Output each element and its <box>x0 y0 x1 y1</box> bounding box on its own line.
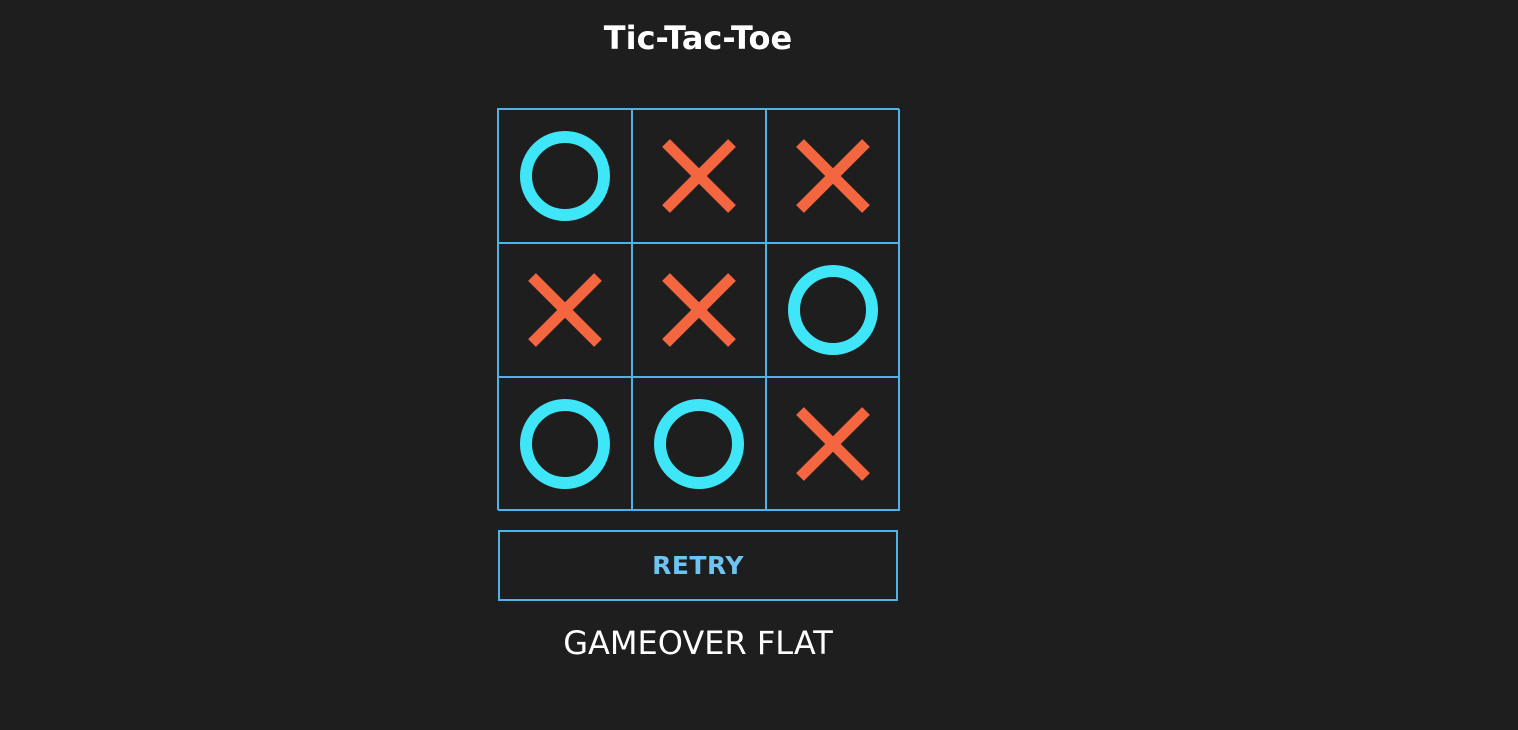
board-cell-0-0[interactable] <box>498 109 632 243</box>
board-cell-1-0[interactable] <box>498 243 632 377</box>
o-mark-icon <box>520 399 610 489</box>
o-mark-icon <box>520 131 610 221</box>
page-title: Tic-Tac-Toe <box>603 19 793 57</box>
board-cell-1-2[interactable] <box>766 243 900 377</box>
o-mark-icon <box>654 399 744 489</box>
o-mark-icon <box>788 265 878 355</box>
x-mark-icon <box>796 139 870 213</box>
board-cell-2-2[interactable] <box>766 377 900 511</box>
board-cell-0-2[interactable] <box>766 109 900 243</box>
x-mark-icon <box>662 273 736 347</box>
board-cell-2-1[interactable] <box>632 377 766 511</box>
game-page: Tic-Tac-Toe RETRY GAMEOVER FLAT <box>0 0 1518 730</box>
x-mark-icon <box>796 407 870 481</box>
x-mark-icon <box>662 139 736 213</box>
board-cell-0-1[interactable] <box>632 109 766 243</box>
board-cell-2-0[interactable] <box>498 377 632 511</box>
game-status: GAMEOVER FLAT <box>563 624 833 662</box>
x-mark-icon <box>528 273 602 347</box>
retry-button[interactable]: RETRY <box>498 530 898 601</box>
game-board <box>497 108 900 511</box>
board-cell-1-1[interactable] <box>632 243 766 377</box>
